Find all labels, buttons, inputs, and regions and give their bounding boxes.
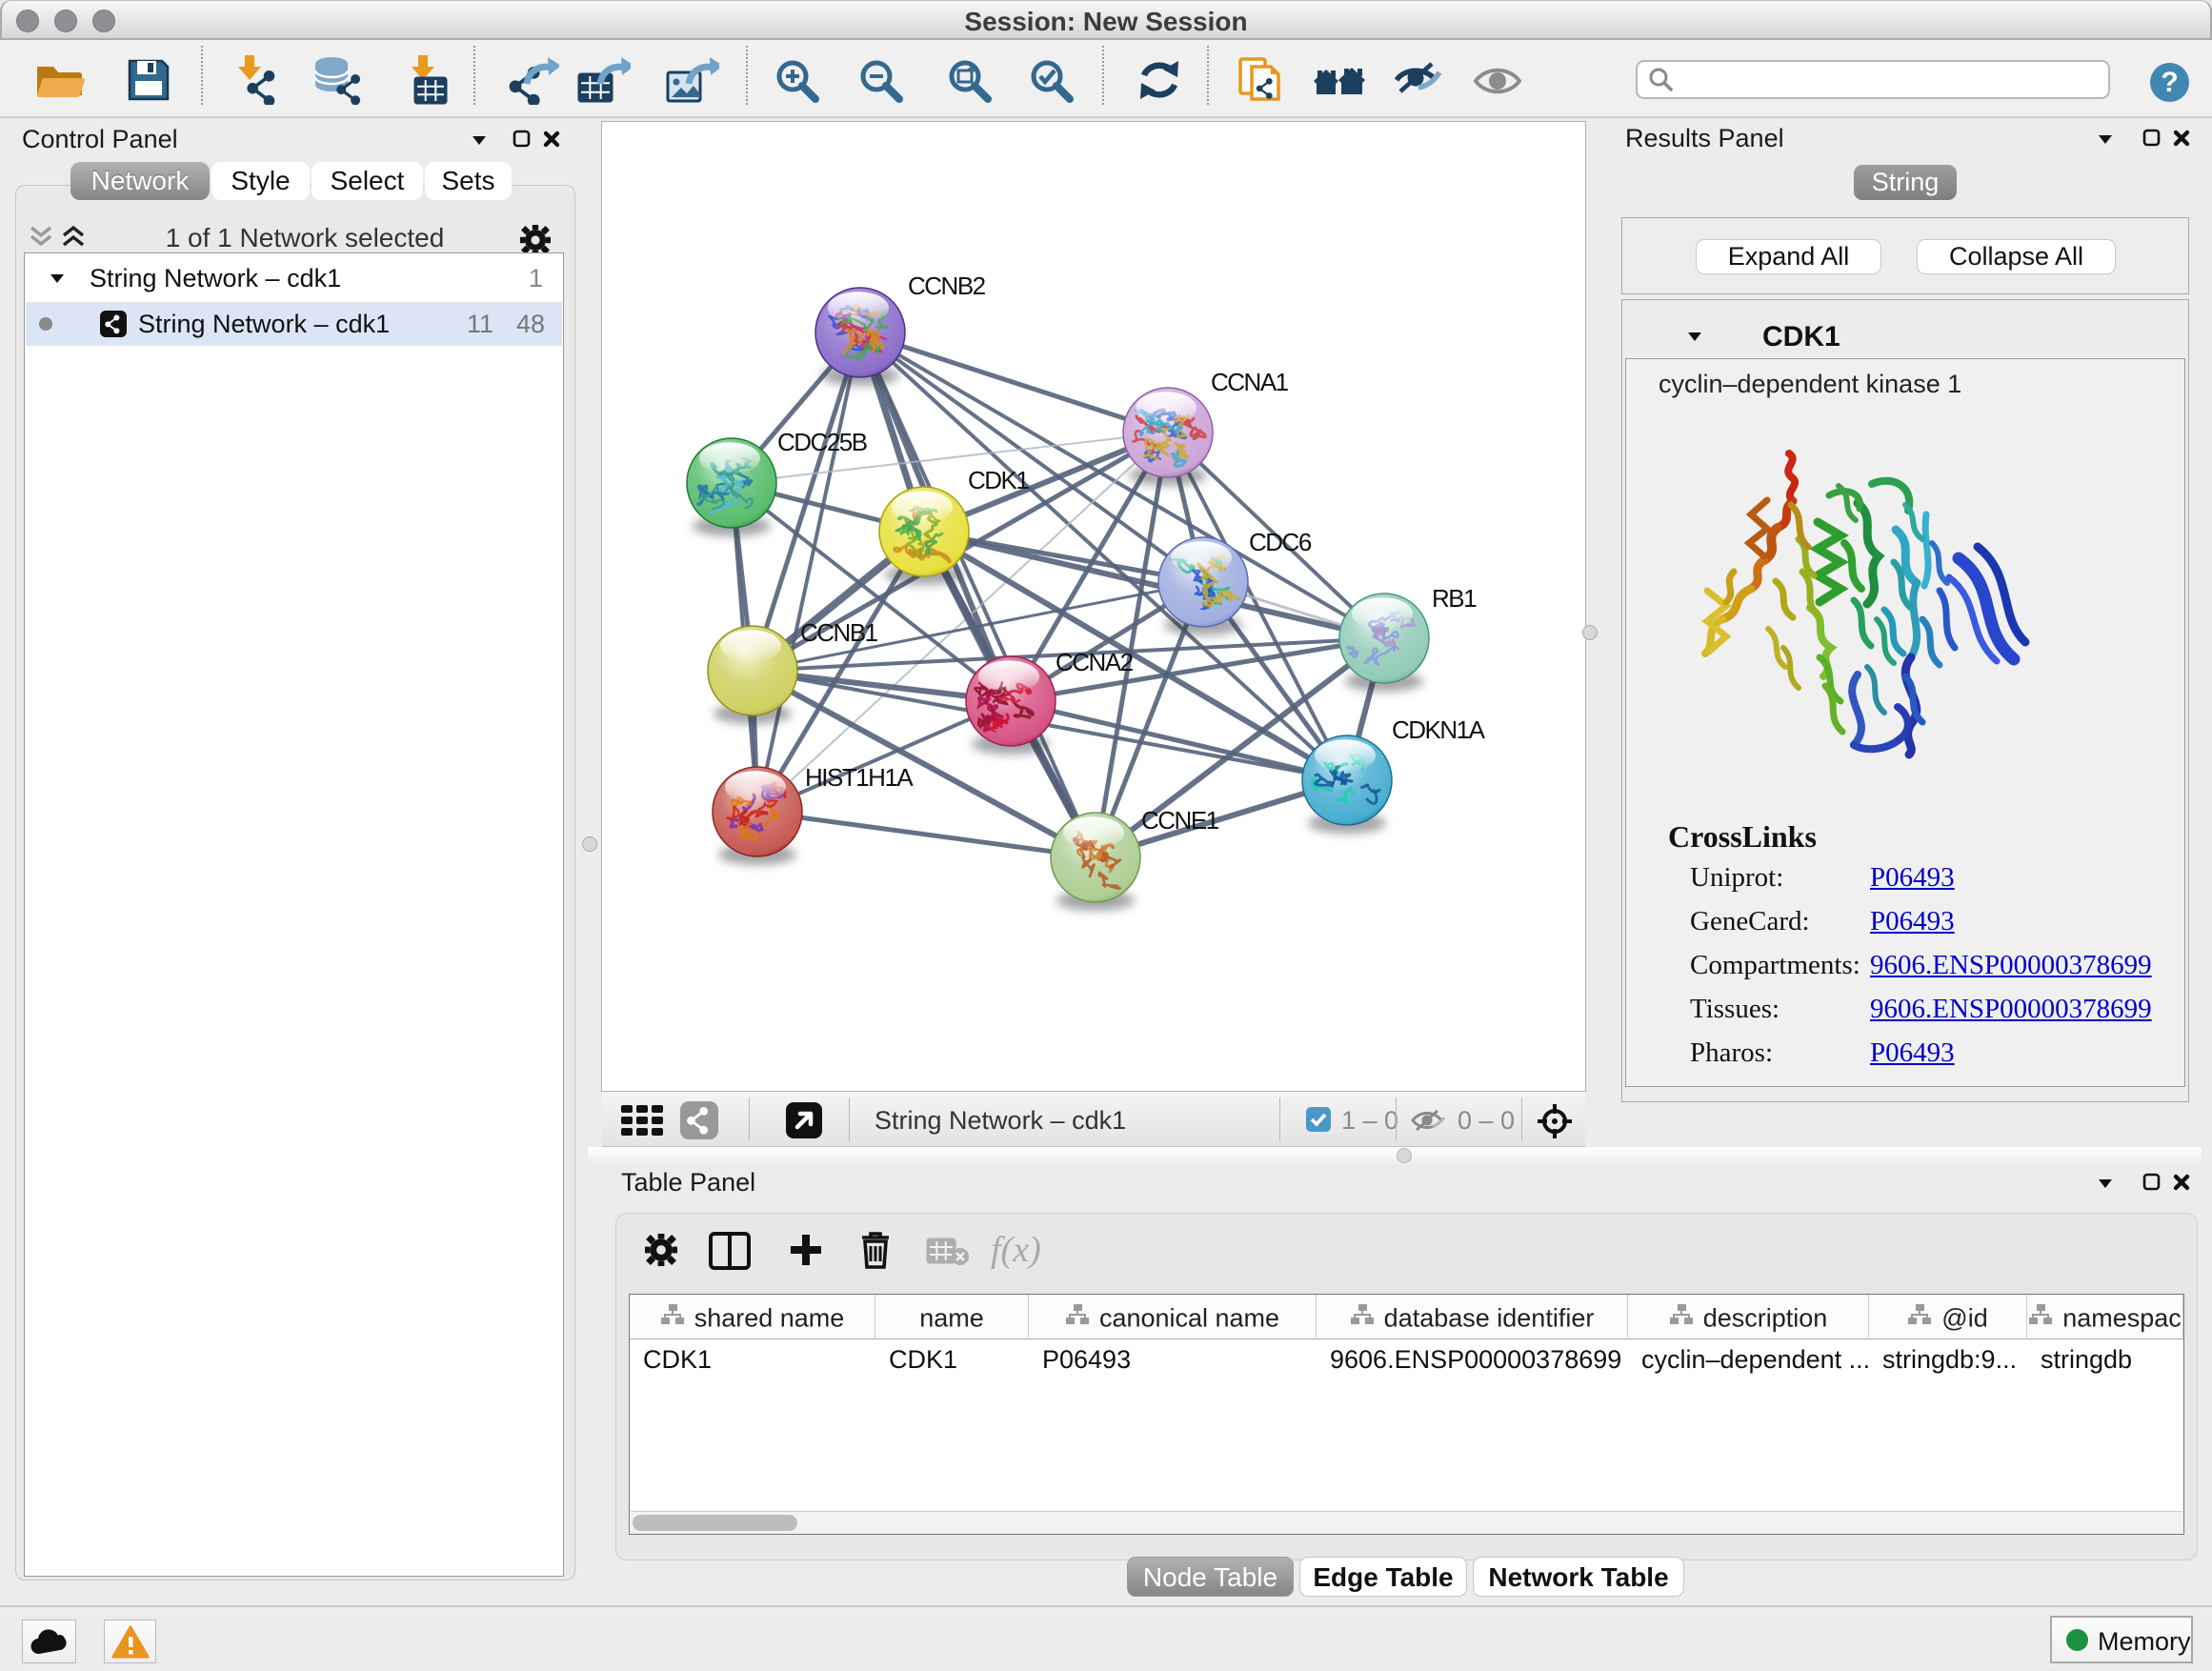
svg-text:HIST1H1A: HIST1H1A <box>805 763 914 792</box>
svg-text:CCNB1: CCNB1 <box>800 618 878 647</box>
svg-text:CDC25B: CDC25B <box>777 428 867 456</box>
svg-text:RB1: RB1 <box>1432 584 1477 613</box>
svg-text:CDC6: CDC6 <box>1249 528 1312 556</box>
svg-text:CCNE1: CCNE1 <box>1141 806 1219 835</box>
svg-text:CCNA1: CCNA1 <box>1211 368 1289 396</box>
svg-text:CDKN1A: CDKN1A <box>1392 715 1486 744</box>
svg-text:CDK1: CDK1 <box>968 466 1029 494</box>
svg-text:CCNA2: CCNA2 <box>1056 648 1134 676</box>
svg-text:CCNB2: CCNB2 <box>908 272 986 300</box>
